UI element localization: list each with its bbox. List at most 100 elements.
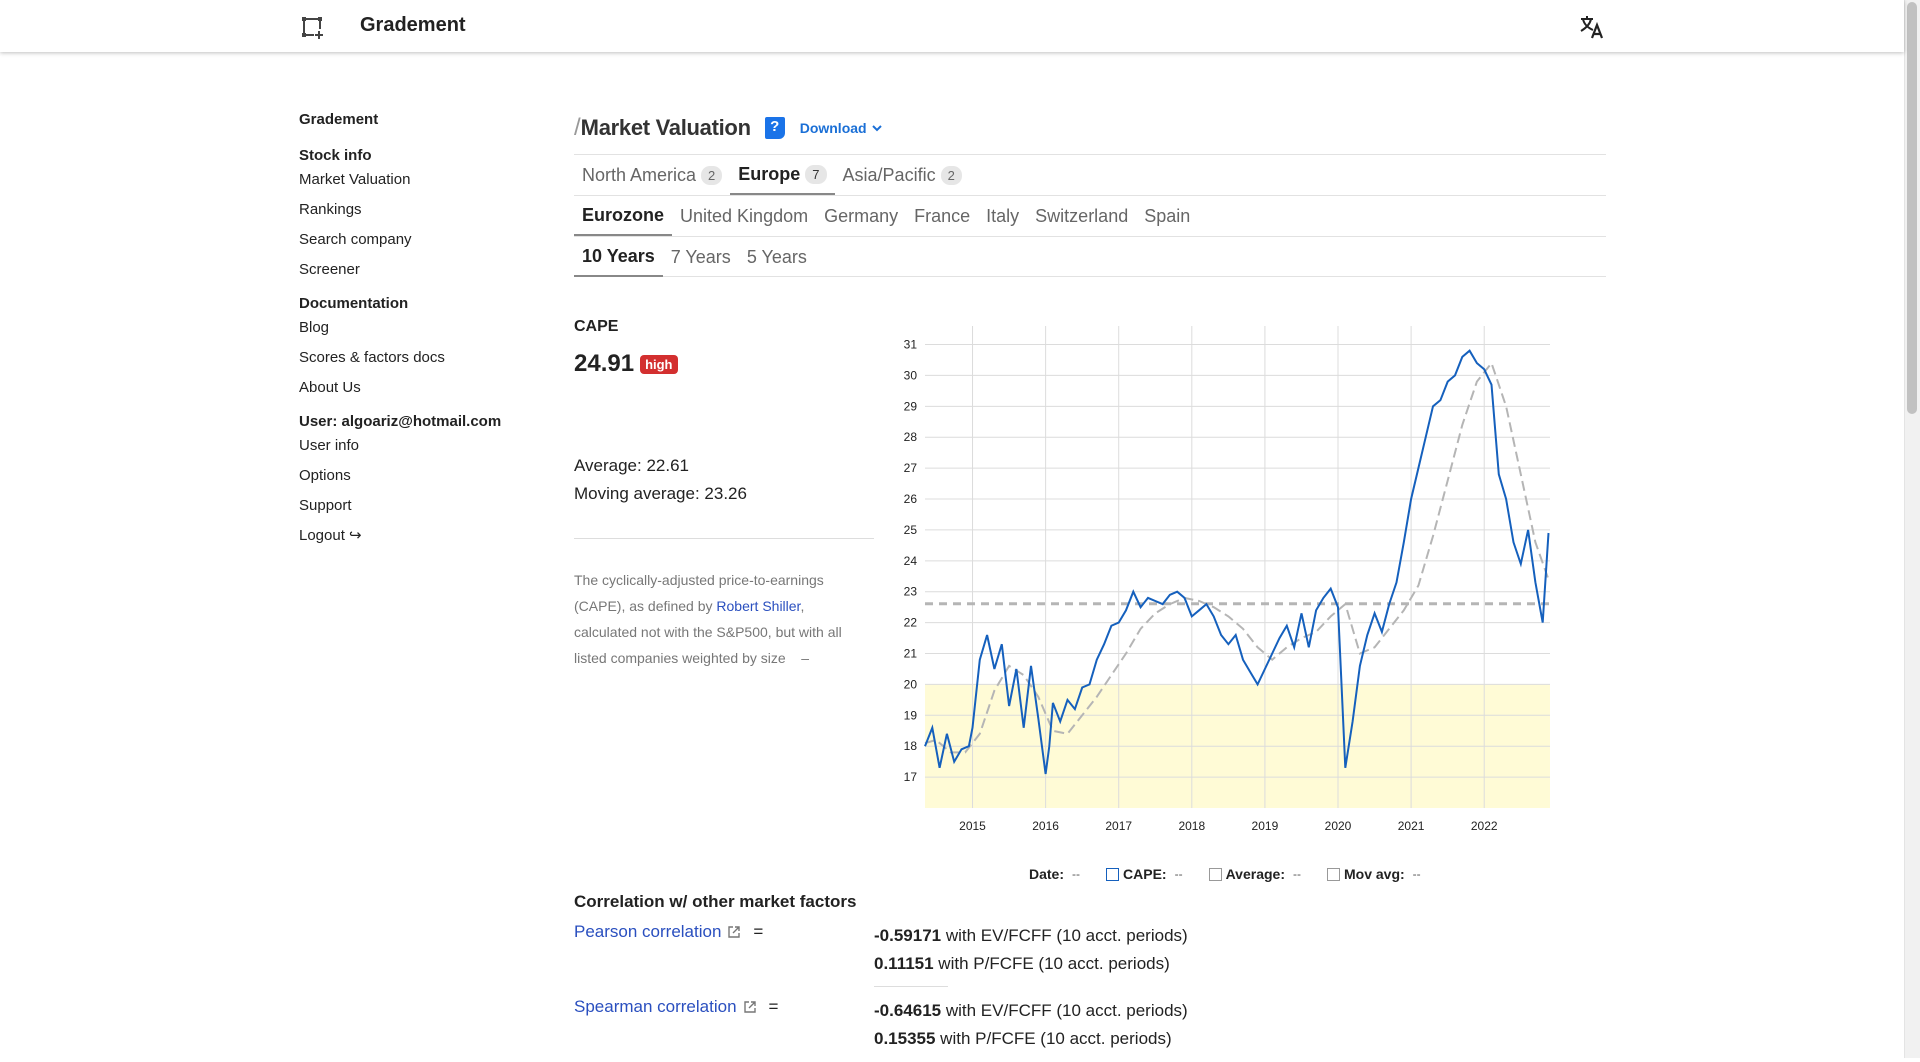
correlation-row-pearson: Pearson correlation = -0.59171 with EV/F… [574,912,1374,987]
translate-icon[interactable] [1578,13,1606,41]
legend-cape-label: CAPE: [1123,866,1167,882]
legend-average-value: -- [1292,867,1301,881]
legend-cape-checkbox[interactable] [1106,867,1120,881]
sidebar-item-support[interactable]: Support [299,496,529,516]
help-icon[interactable]: ? [764,117,785,139]
x-tick-label: 2019 [1252,819,1279,833]
correlation-factor: with EV/FCFF (10 acct. periods) [941,1001,1188,1020]
tab-5-years[interactable]: 5 Years [739,237,815,277]
logo-icon[interactable] [299,14,325,40]
legend-average[interactable]: Average: -- [1208,866,1301,882]
y-tick-label: 24 [904,554,918,568]
tab-switzerland[interactable]: Switzerland [1027,196,1136,236]
x-tick-label: 2016 [1032,819,1059,833]
metric-description: The cyclically-adjusted price-to-earning… [574,567,864,671]
market-tabs: Eurozone United Kingdom Germany France I… [574,195,1606,236]
legend-cape[interactable]: CAPE: -- [1106,866,1183,882]
tab-united-kingdom[interactable]: United Kingdom [672,196,816,236]
correlation-factor: with P/FCFE (10 acct. periods) [935,1029,1172,1048]
correlation-factor: with P/FCFE (10 acct. periods) [933,954,1170,973]
correlation-row-spearman: Spearman correlation = -0.64615 with EV/… [574,987,1374,1062]
sidebar-item-user-info[interactable]: User info [299,436,529,456]
tab-france[interactable]: France [906,196,978,236]
tab-label: Asia/Pacific [842,165,936,185]
correlation-value: -0.64615 [874,1001,942,1020]
metric-value: 24.91 [574,350,635,377]
correlation-section: Correlation w/ other market factors Pear… [574,892,1374,1062]
tab-7-years[interactable]: 7 Years [663,237,739,277]
spearman-correlation-link[interactable]: Spearman correlation = [574,997,778,1017]
tab-italy[interactable]: Italy [978,196,1027,236]
tab-count-badge: 7 [805,164,827,184]
legend-mov-avg[interactable]: Mov avg: -- [1326,866,1421,882]
sidebar-brand[interactable]: Gradement [299,110,529,130]
sidebar-heading-stock-info: Stock info [299,147,372,164]
tab-label: North America [582,165,697,185]
legend-mov-avg-label: Mov avg: [1343,866,1405,882]
metric-label: CAPE [574,318,619,335]
tab-spain[interactable]: Spain [1136,196,1198,236]
y-tick-label: 31 [904,338,918,352]
correlation-value: -0.59171 [874,926,942,945]
vertical-scrollbar[interactable] [1904,0,1920,1058]
cape-line-chart[interactable]: 1718192021222324252627282930312015 2016 20… [880,318,1560,838]
sidebar-item-market-valuation[interactable]: Market Valuation [299,170,529,190]
top-app-bar: Gradement [0,0,1904,52]
sidebar-item-screener[interactable]: Screener [299,260,529,280]
legend-mov-avg-checkbox[interactable] [1326,867,1340,881]
status-badge: high [640,354,678,374]
sidebar-item-rankings[interactable]: Rankings [299,200,529,220]
pearson-correlation-link[interactable]: Pearson correlation = [574,922,763,942]
main-content: / Market Valuation ? Download North Amer… [574,110,1606,277]
tab-label: Europe [738,164,801,184]
legend-cape-value: -- [1174,867,1183,881]
tab-eurozone[interactable]: Eurozone [574,196,673,236]
y-tick-label: 23 [904,585,918,599]
y-tick-label: 17 [904,770,918,784]
tab-germany[interactable]: Germany [816,196,906,236]
collapse-toggle[interactable]: – [801,650,809,666]
sidebar-item-options[interactable]: Options [299,466,529,486]
x-tick-label: 2022 [1471,819,1498,833]
moving-average-text: Moving average: 23.26 [574,484,747,503]
tab-count-badge: 2 [701,165,723,185]
sidebar-item-blog[interactable]: Blog [299,318,529,338]
chart-legend: Date: -- CAPE: -- Average: -- Mov avg: -… [1029,866,1421,882]
sidebar-item-search-company[interactable]: Search company [299,230,529,250]
correlation-value: 0.15355 [874,1029,936,1048]
legend-date-value: -- [1072,867,1081,881]
sidebar-item-logout[interactable]: Logout ↪ [299,526,529,546]
x-tick-label: 2015 [959,819,986,833]
legend-average-label: Average: [1225,866,1285,882]
metric-value-row: 24.91 high [574,350,874,378]
correlation-values: -0.59171 with EV/FCFF (10 acct. periods)… [874,922,1188,978]
tab-10-years[interactable]: 10 Years [574,237,663,277]
page-title: Market Valuation [580,115,751,140]
x-tick-label: 2021 [1398,819,1425,833]
y-tick-label: 27 [904,461,918,475]
legend-date-label: Date: [1029,866,1065,882]
tab-europe[interactable]: Europe 7 [730,155,835,195]
sidebar-heading-user: User: algoariz@hotmail.com [299,413,502,430]
metric-stats: Average: 22.61 Moving average: 23.26 [574,452,874,508]
sidebar-heading-documentation: Documentation [299,295,409,312]
divider [574,538,874,539]
correlation-title: Correlation w/ other market factors [574,892,857,911]
y-tick-label: 28 [904,430,918,444]
equals-sign: = [768,997,779,1016]
legend-average-checkbox[interactable] [1208,867,1222,881]
tab-north-america[interactable]: North America 2 [574,155,730,195]
correlation-values: -0.64615 with EV/FCFF (10 acct. periods)… [874,997,1188,1053]
sidebar-item-about-us[interactable]: About Us [299,378,529,398]
legend-mov-avg-value: -- [1412,867,1421,881]
tab-asia-pacific[interactable]: Asia/Pacific 2 [835,155,970,195]
app-title[interactable]: Gradement [360,14,466,37]
sidebar-item-scores-docs[interactable]: Scores & factors docs [299,348,529,368]
scrollbar-thumb[interactable] [1907,2,1917,414]
x-tick-label: 2018 [1178,819,1205,833]
robert-shiller-link[interactable]: Robert Shiller [716,598,800,614]
download-label: Download [799,120,867,136]
y-tick-label: 19 [904,708,918,722]
y-tick-label: 30 [904,368,918,382]
download-dropdown[interactable]: Download [800,120,882,136]
